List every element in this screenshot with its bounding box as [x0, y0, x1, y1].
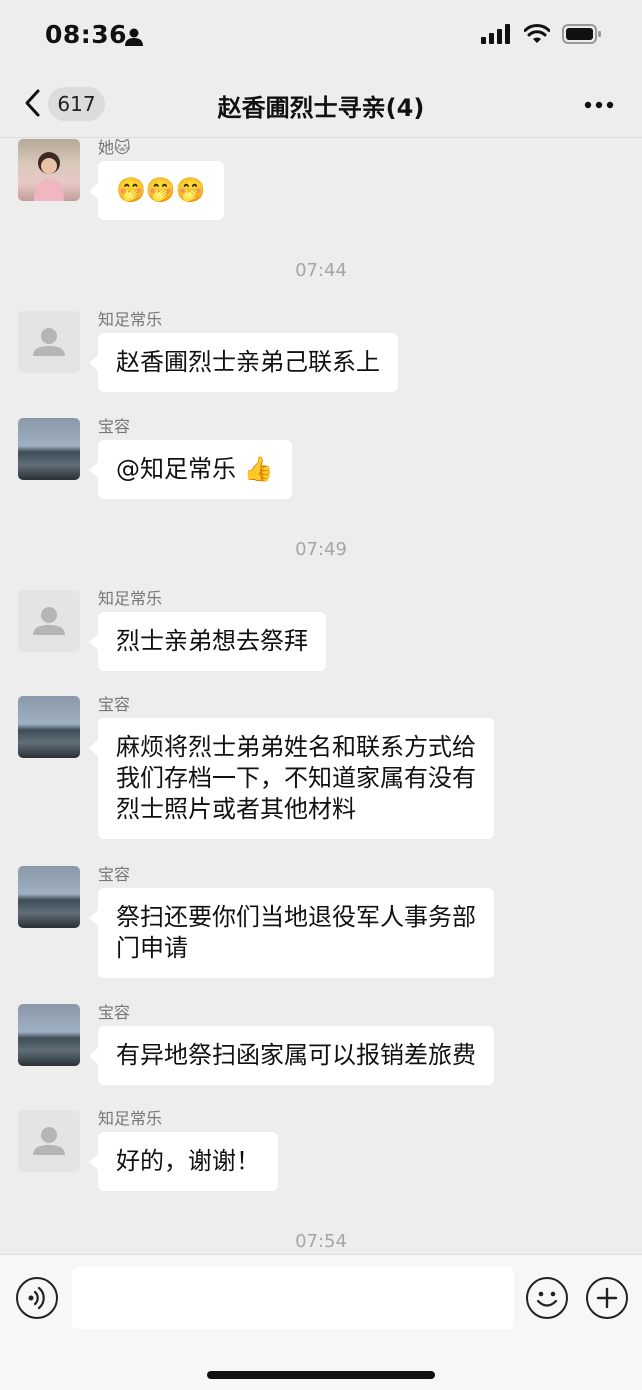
more-icon[interactable] [584, 101, 614, 109]
add-icon [596, 1287, 618, 1309]
avatar[interactable] [18, 139, 80, 201]
message-bubble[interactable]: 烈士亲弟想去祭拜 [89, 612, 326, 671]
sender-name: 宝容 [98, 1003, 131, 1022]
sender-name: 她🐱 [98, 138, 131, 157]
emoji-button[interactable] [526, 1277, 568, 1319]
sender-name: 知足常乐 [98, 1109, 163, 1128]
sender-name: 知足常乐 [98, 589, 163, 608]
avatar[interactable] [18, 1004, 80, 1066]
sender-name: 宝容 [98, 865, 131, 884]
message-line: 门申请 [116, 934, 188, 962]
sender-name: 知足常乐 [98, 310, 163, 329]
input-bar [0, 1254, 642, 1390]
message-bubble[interactable]: 祭扫还要你们当地退役军人事务部 门申请 [89, 888, 494, 978]
message-bubble[interactable]: @知足常乐 👍 [89, 440, 292, 499]
message-line: 烈士照片或者其他材料 [116, 795, 356, 823]
voice-icon [28, 1286, 45, 1310]
chat-area[interactable]: 她🐱 🤭🤭🤭 07:44 知足常乐 赵香圃烈士亲弟己联系上 宝容 @知足常乐 👍… [0, 138, 642, 1254]
message-line: 麻烦将烈士弟弟姓名和联系方式给 [116, 733, 476, 761]
avatar[interactable] [18, 590, 80, 652]
message-input[interactable] [72, 1267, 514, 1329]
avatar[interactable] [18, 1110, 80, 1172]
emoji-icon [536, 1291, 558, 1307]
message-line: 我们存档一下，不知道家属有没有 [116, 764, 476, 792]
person-icon [125, 28, 143, 46]
avatar[interactable] [18, 696, 80, 758]
avatar[interactable] [18, 418, 80, 480]
sender-name: 宝容 [98, 695, 131, 714]
message-bubble[interactable]: 赵香圃烈士亲弟己联系上 [89, 333, 398, 392]
status-time: 08:36 [45, 20, 128, 49]
timestamp: 07:49 [295, 539, 347, 560]
signal-icon [481, 24, 510, 44]
timestamp: 07:54 [295, 1231, 347, 1252]
avatar[interactable] [18, 866, 80, 928]
voice-button[interactable] [16, 1277, 58, 1319]
home-indicator [207, 1371, 435, 1379]
battery-icon [562, 24, 601, 44]
sender-name: 宝容 [98, 417, 131, 436]
nav-bar: 617 赵香圃烈士寻亲(4) [0, 72, 642, 138]
add-button[interactable] [586, 1277, 628, 1319]
timestamp: 07:44 [295, 260, 347, 281]
wifi-icon [524, 24, 550, 43]
status-bar: 08:36 [0, 0, 642, 72]
message-line: 祭扫还要你们当地退役军人事务部 [116, 903, 476, 931]
message-bubble[interactable]: 有异地祭扫函家属可以报销差旅费 [89, 1026, 494, 1085]
message-bubble[interactable]: 🤭🤭🤭 [89, 161, 224, 220]
message-bubble[interactable]: 好的，谢谢！ [89, 1132, 278, 1191]
avatar[interactable] [18, 311, 80, 373]
message-bubble[interactable]: 麻烦将烈士弟弟姓名和联系方式给 我们存档一下，不知道家属有没有 烈士照片或者其他… [89, 718, 494, 839]
chat-title: 赵香圃烈士寻亲(4) [217, 94, 425, 122]
